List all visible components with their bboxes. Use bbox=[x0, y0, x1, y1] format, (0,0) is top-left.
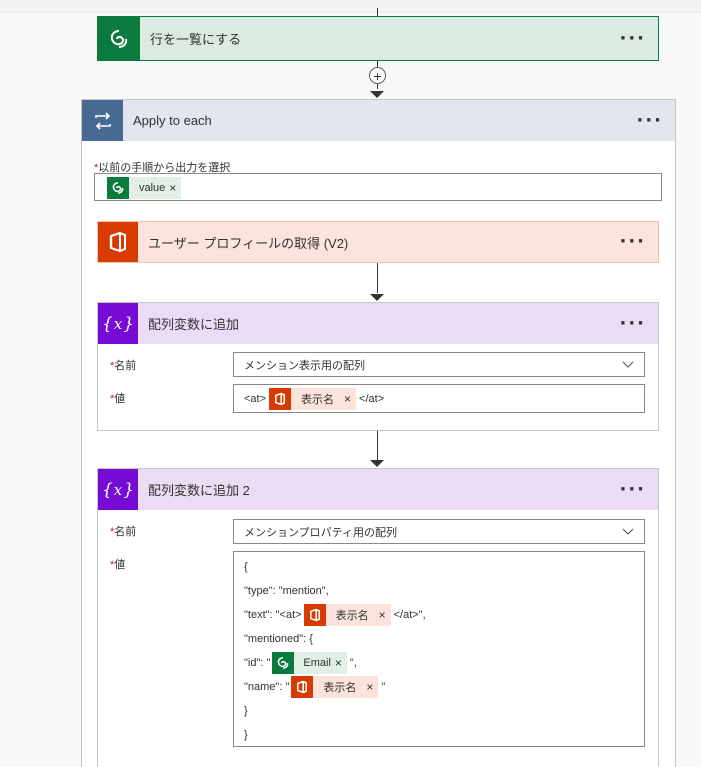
display-name-token[interactable]: 表示名 × bbox=[291, 676, 379, 698]
display-name-token[interactable]: 表示名 × bbox=[269, 387, 357, 410]
office-icon bbox=[291, 676, 314, 698]
code-line: "text": "<at> 表示名 × </at>", bbox=[244, 603, 634, 627]
code-line: "mentioned": { bbox=[244, 633, 313, 645]
code-line: "id": " Email × ", bbox=[244, 651, 634, 675]
value-text: <at> bbox=[244, 392, 267, 405]
card-title: ユーザー プロフィールの取得 (V2) bbox=[148, 235, 349, 251]
arrow-icon bbox=[370, 294, 384, 301]
value-label: *値 bbox=[110, 390, 125, 406]
remove-token-button[interactable]: × bbox=[169, 181, 181, 195]
get-profile-card[interactable]: ユーザー プロフィールの取得 (V2) ··· bbox=[97, 221, 659, 263]
value-input[interactable]: <at> 表示名 × </at> bbox=[233, 384, 645, 413]
select-output-input[interactable]: value × bbox=[94, 173, 662, 201]
card-title: 行を一覧にする bbox=[150, 32, 242, 47]
more-options-button[interactable]: ··· bbox=[619, 314, 646, 333]
name-label: *名前 bbox=[110, 357, 136, 373]
chevron-down-icon bbox=[622, 361, 634, 368]
more-options-button[interactable]: ··· bbox=[619, 480, 646, 499]
loop-icon bbox=[82, 100, 123, 141]
dataverse-icon bbox=[98, 17, 140, 60]
code-text: "id": " bbox=[244, 657, 271, 669]
code-text: "name": " bbox=[244, 681, 290, 693]
code-line: "type": "mention", bbox=[244, 585, 329, 597]
more-options-button[interactable]: ··· bbox=[619, 233, 646, 251]
code-line: } bbox=[244, 729, 248, 741]
code-text: "text": "<at> bbox=[244, 609, 302, 621]
card-title: 配列変数に追加 2 bbox=[148, 483, 250, 498]
more-options-button[interactable]: ··· bbox=[619, 29, 646, 48]
code-text: </at>", bbox=[393, 609, 426, 621]
token-label: 表示名 bbox=[335, 610, 369, 622]
office-icon bbox=[303, 604, 326, 626]
arrow-icon bbox=[370, 91, 384, 98]
list-rows-card[interactable]: 行を一覧にする ··· bbox=[97, 16, 659, 61]
dataverse-icon bbox=[107, 177, 129, 199]
code-line: "name": " 表示名 × " bbox=[244, 675, 634, 699]
name-select[interactable]: メンション表示用の配列 bbox=[233, 352, 645, 377]
apply-to-each-header[interactable]: Apply to each ··· bbox=[82, 100, 675, 141]
remove-token-button[interactable]: × bbox=[344, 392, 356, 406]
append-array-header-2[interactable]: {x} 配列変数に追加 2 ··· bbox=[98, 469, 658, 510]
code-line: } bbox=[244, 705, 248, 717]
token-label: value bbox=[139, 182, 166, 194]
token-label: Email bbox=[303, 657, 331, 669]
office-icon bbox=[98, 222, 138, 262]
email-token[interactable]: Email × bbox=[272, 652, 347, 674]
chevron-down-icon bbox=[622, 528, 634, 535]
name-select[interactable]: メンションプロパティ用の配列 bbox=[233, 519, 645, 544]
label-text: 名前 bbox=[114, 360, 137, 372]
code-line: { bbox=[244, 561, 248, 573]
arrow-icon bbox=[370, 460, 384, 467]
dataverse-icon bbox=[272, 652, 295, 674]
more-options-button[interactable]: ··· bbox=[636, 111, 663, 130]
value-label: *値 bbox=[110, 556, 125, 572]
code-text: ", bbox=[349, 657, 357, 669]
label-text: 値 bbox=[114, 559, 126, 571]
remove-token-button[interactable]: × bbox=[379, 608, 391, 622]
card-title: Apply to each bbox=[133, 113, 212, 128]
selected-value: メンション表示用の配列 bbox=[244, 359, 365, 372]
add-step-button[interactable]: + bbox=[369, 67, 386, 84]
variable-icon: {x} bbox=[98, 469, 138, 510]
label-text: 値 bbox=[114, 393, 126, 405]
office-icon bbox=[269, 387, 292, 410]
value-token[interactable]: value × bbox=[107, 177, 182, 199]
variable-icon: {x} bbox=[98, 303, 138, 344]
canvas-top-strip bbox=[0, 0, 701, 13]
token-label: 表示名 bbox=[323, 682, 357, 694]
value-text: </at> bbox=[359, 392, 385, 405]
remove-token-button[interactable]: × bbox=[335, 656, 347, 670]
label-text: 名前 bbox=[114, 526, 137, 538]
remove-token-button[interactable]: × bbox=[366, 680, 378, 694]
connector-line bbox=[377, 263, 378, 293]
card-title: 配列変数に追加 bbox=[148, 317, 240, 332]
selected-value: メンションプロパティ用の配列 bbox=[244, 526, 398, 539]
connector-line bbox=[377, 8, 378, 16]
token-label: 表示名 bbox=[301, 393, 335, 406]
value-json-input[interactable]: { "type": "mention", "text": "<at> 表示名 ×… bbox=[233, 551, 645, 747]
display-name-token[interactable]: 表示名 × bbox=[303, 604, 391, 626]
connector-line bbox=[377, 431, 378, 460]
append-array-header-1[interactable]: {x} 配列変数に追加 ··· bbox=[98, 303, 658, 344]
name-label: *名前 bbox=[110, 523, 136, 539]
code-text: " bbox=[381, 681, 386, 693]
